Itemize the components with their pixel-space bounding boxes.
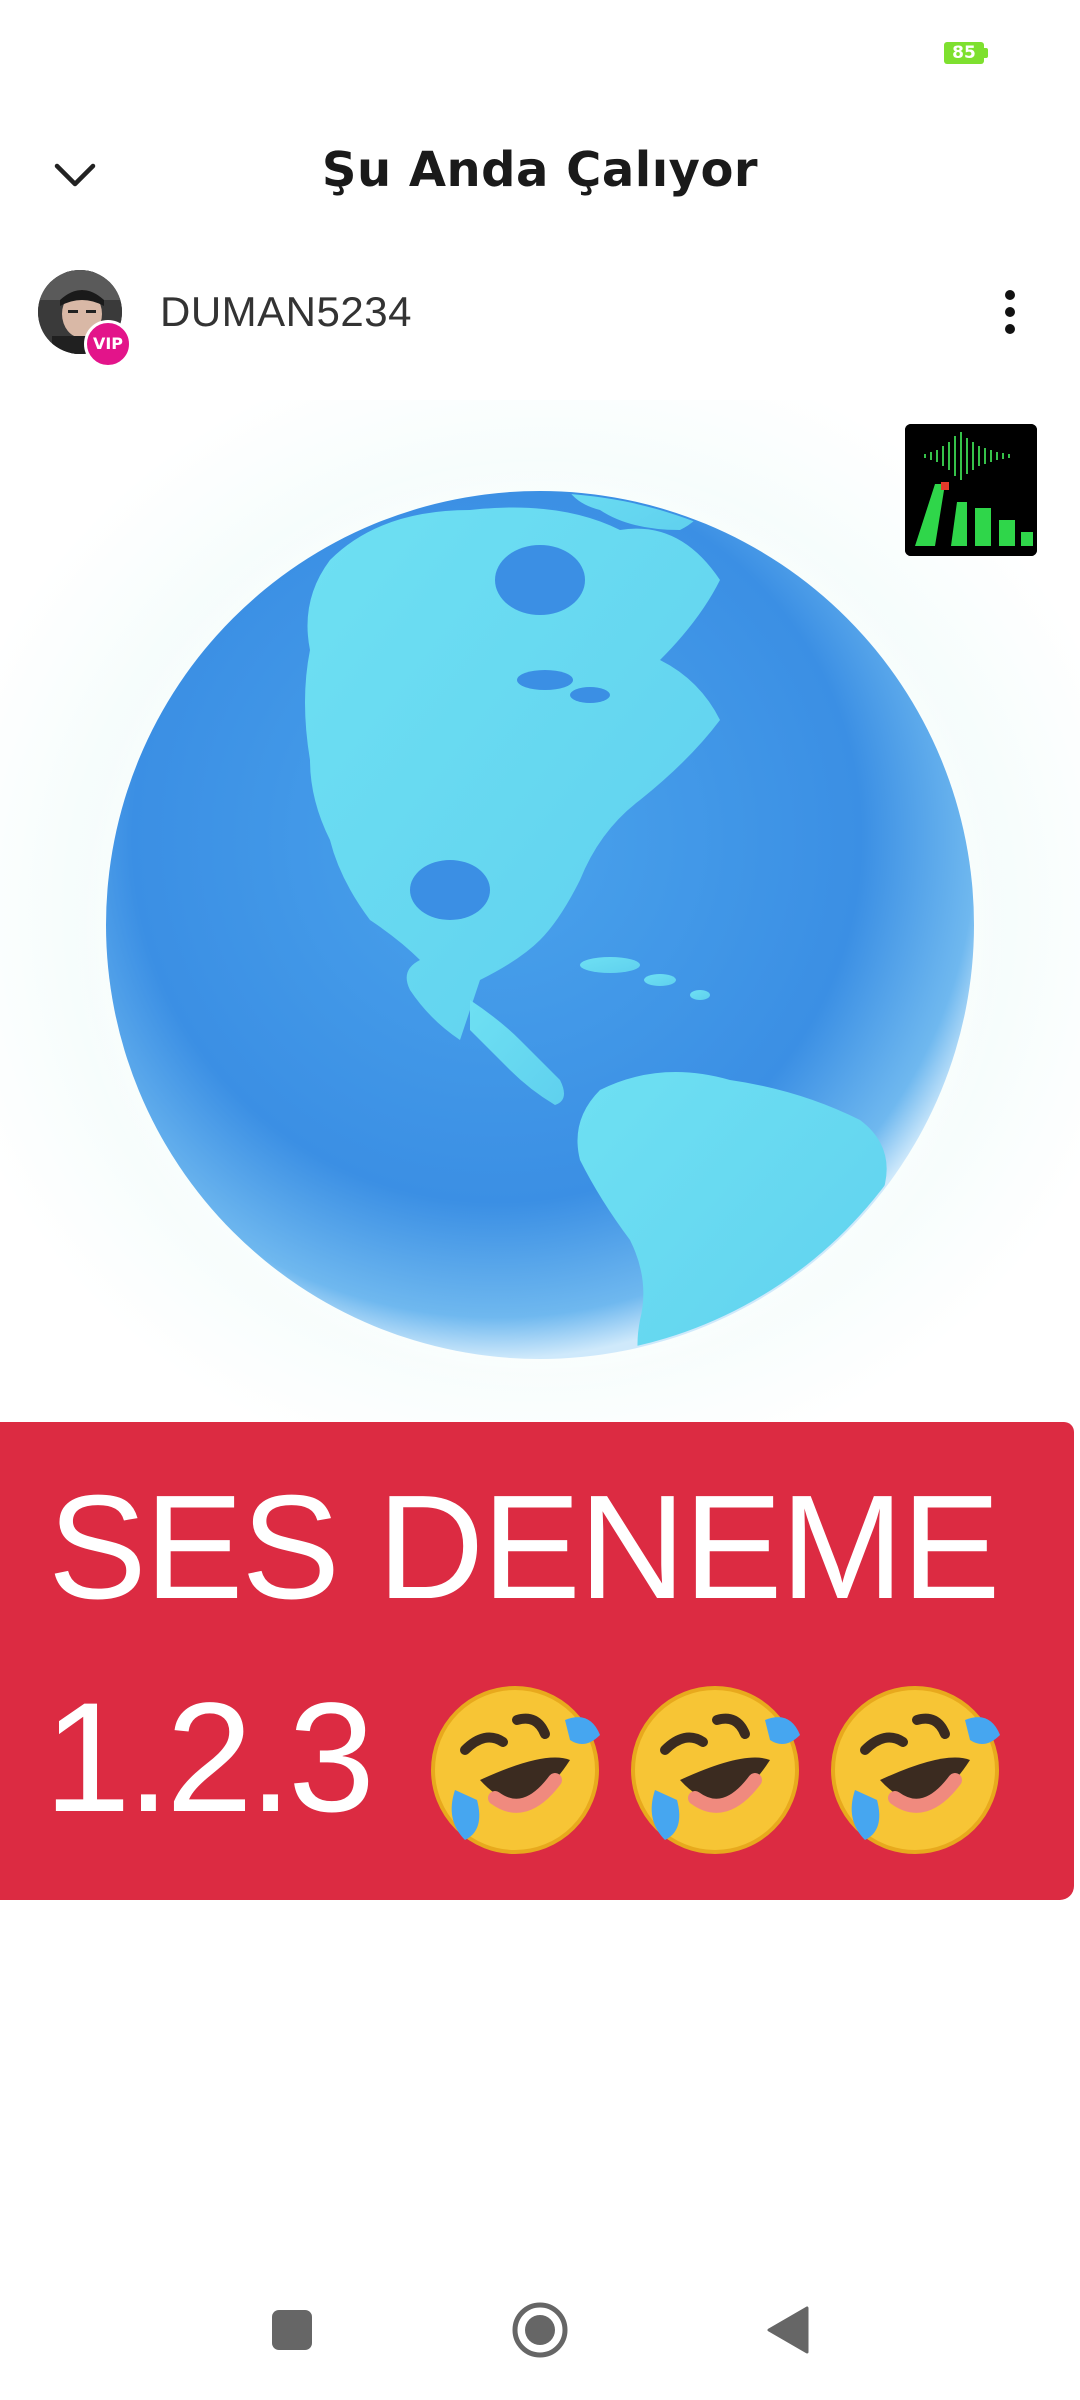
system-nav-bar [0, 2260, 1080, 2400]
media-artwork[interactable] [0, 400, 1080, 1420]
page-title: Şu Anda Çalıyor [321, 142, 759, 198]
status-bar: 85 [0, 0, 1080, 90]
audio-visualizer-icon[interactable] [905, 424, 1037, 556]
caption-subtitle: 1.2.3 [44, 1671, 375, 1845]
rolling-on-floor-laughing-emoji [631, 1686, 800, 1854]
caption-banner: SES DENEME 1.2.3 [0, 1422, 1080, 1902]
square-icon [272, 2310, 312, 2350]
more-vertical-icon [1005, 290, 1015, 334]
user-row: VIP DUMAN5234 [0, 260, 1080, 370]
rolling-on-floor-laughing-emoji [831, 1686, 1000, 1854]
recents-button[interactable] [252, 2290, 332, 2370]
battery-icon: 85 [944, 42, 984, 64]
avatar[interactable]: VIP [38, 270, 132, 368]
now-playing-screen: 85 Şu Anda Çalıyor VIP DUMAN5234 SES DEN… [0, 0, 1080, 2400]
battery-cap [984, 48, 988, 58]
home-button[interactable] [500, 2290, 580, 2370]
triangle-back-icon [767, 2306, 809, 2354]
username[interactable]: DUMAN5234 [160, 288, 412, 336]
more-options-button[interactable] [980, 282, 1040, 342]
back-button[interactable] [748, 2290, 828, 2370]
vip-badge: VIP [84, 320, 132, 368]
caption-title: SES DENEME [48, 1465, 1000, 1630]
rolling-on-floor-laughing-emoji [431, 1686, 600, 1854]
circle-home-icon [512, 2302, 568, 2358]
header: Şu Anda Çalıyor [0, 120, 1080, 230]
